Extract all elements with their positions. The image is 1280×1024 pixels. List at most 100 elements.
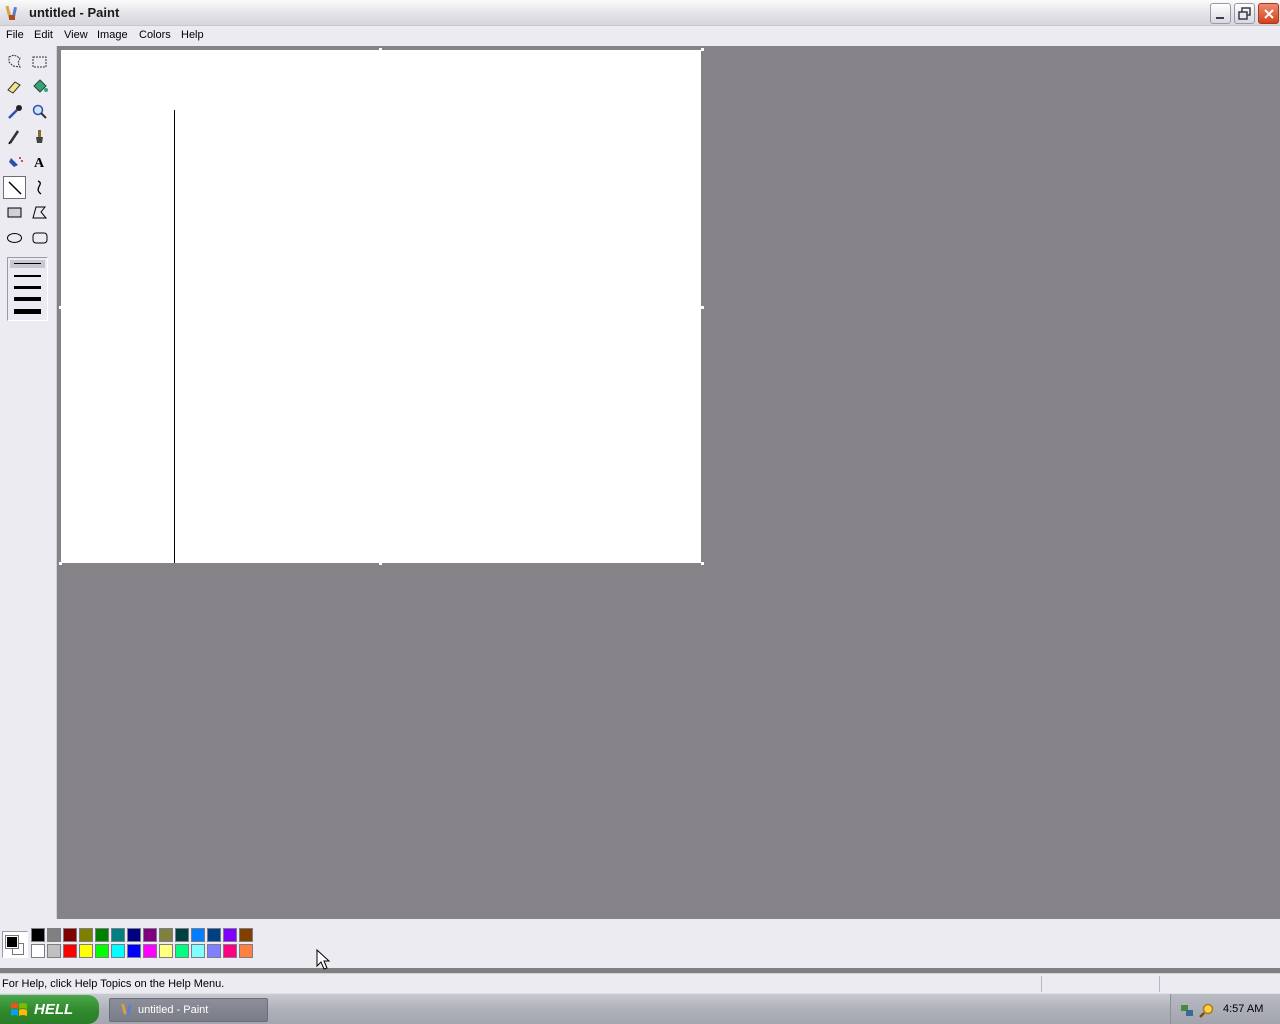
rect-select-icon bbox=[32, 56, 47, 68]
color-swatch[interactable] bbox=[111, 928, 125, 942]
minimize-button[interactable] bbox=[1210, 3, 1231, 24]
color-swatch[interactable] bbox=[127, 928, 141, 942]
title-bar[interactable]: untitled - Paint bbox=[0, 0, 1280, 26]
line-width-2[interactable] bbox=[14, 275, 41, 277]
status-pane-position bbox=[1041, 976, 1159, 992]
restore-button[interactable] bbox=[1234, 3, 1255, 24]
tool-airbrush[interactable] bbox=[3, 150, 26, 173]
free-form-select-icon bbox=[8, 54, 21, 68]
tool-curve[interactable] bbox=[28, 176, 51, 199]
line-width-4[interactable] bbox=[14, 297, 41, 301]
foreground-color bbox=[5, 935, 19, 949]
resize-handle-bottom-right[interactable] bbox=[701, 562, 704, 565]
menu-help[interactable]: Help bbox=[181, 29, 204, 41]
resize-handle-top bbox=[379, 48, 382, 51]
resize-handle-left bbox=[59, 306, 62, 309]
search-icon[interactable] bbox=[1199, 1002, 1215, 1018]
magnifier-icon bbox=[32, 104, 47, 119]
color-swatch[interactable] bbox=[239, 944, 253, 958]
resize-handle-top-right bbox=[701, 48, 704, 51]
close-button[interactable] bbox=[1258, 3, 1279, 24]
color-swatch[interactable] bbox=[63, 928, 77, 942]
system-tray: 4:57 AM bbox=[1170, 994, 1280, 1024]
paint-app-icon[interactable] bbox=[4, 5, 20, 21]
color-swatch[interactable] bbox=[47, 928, 61, 942]
taskbar: HELL untitled - Paint 4:57 AM bbox=[0, 993, 1280, 1024]
window-title: untitled - Paint bbox=[29, 5, 120, 20]
color-swatch[interactable] bbox=[159, 944, 173, 958]
color-swatch[interactable] bbox=[79, 928, 93, 942]
color-swatch[interactable] bbox=[63, 944, 77, 958]
tool-text[interactable]: A bbox=[28, 150, 51, 173]
color-swatch[interactable] bbox=[143, 944, 157, 958]
menu-edit[interactable]: Edit bbox=[34, 29, 53, 41]
close-icon bbox=[1264, 9, 1274, 19]
color-swatch[interactable] bbox=[31, 944, 45, 958]
tool-ellipse[interactable] bbox=[3, 226, 26, 249]
taskbar-item-label: untitled - Paint bbox=[138, 1004, 209, 1016]
eyedropper-icon bbox=[8, 105, 22, 119]
color-swatch[interactable] bbox=[143, 928, 157, 942]
status-bar: For Help, click Help Topics on the Help … bbox=[0, 973, 1280, 993]
tool-brush[interactable] bbox=[28, 125, 51, 148]
line-width-3[interactable] bbox=[14, 286, 41, 289]
drawn-vertical-line bbox=[174, 110, 175, 563]
ellipse-icon bbox=[7, 233, 22, 243]
color-swatch[interactable] bbox=[223, 944, 237, 958]
color-swatch[interactable] bbox=[207, 928, 221, 942]
rounded-rectangle-icon bbox=[32, 232, 48, 244]
color-swatch[interactable] bbox=[191, 928, 205, 942]
clock[interactable]: 4:57 AM bbox=[1223, 1003, 1263, 1015]
mouse-cursor-icon bbox=[316, 949, 331, 970]
resize-handle-bottom-left bbox=[59, 562, 62, 565]
color-swatch[interactable] bbox=[127, 944, 141, 958]
line-icon bbox=[8, 181, 22, 195]
color-swatch[interactable] bbox=[31, 928, 45, 942]
start-label: HELL bbox=[34, 1001, 74, 1018]
color-swatch[interactable] bbox=[111, 944, 125, 958]
color-swatch[interactable] bbox=[79, 944, 93, 958]
canvas-workspace[interactable] bbox=[57, 46, 1280, 919]
tool-rectangle[interactable] bbox=[3, 201, 26, 224]
line-width-selection-highlight bbox=[10, 260, 45, 268]
status-help-text: For Help, click Help Topics on the Help … bbox=[2, 978, 225, 990]
color-swatch[interactable] bbox=[47, 944, 61, 958]
line-width-5[interactable] bbox=[14, 309, 41, 314]
color-box bbox=[0, 919, 1280, 968]
resize-handle-right[interactable] bbox=[701, 306, 704, 309]
tool-rounded-rectangle[interactable] bbox=[28, 226, 51, 249]
resize-handle-bottom[interactable] bbox=[379, 562, 382, 565]
tool-eraser[interactable] bbox=[3, 75, 26, 98]
color-swatch[interactable] bbox=[95, 928, 109, 942]
tool-pencil[interactable] bbox=[3, 125, 26, 148]
menu-view[interactable]: View bbox=[64, 29, 88, 41]
menu-image[interactable]: Image bbox=[97, 29, 128, 41]
tool-line[interactable] bbox=[3, 176, 26, 199]
tool-polygon[interactable] bbox=[28, 201, 51, 224]
minimize-icon bbox=[1216, 17, 1224, 19]
color-swatch[interactable] bbox=[95, 944, 109, 958]
start-button[interactable]: HELL bbox=[0, 995, 99, 1024]
color-swatch[interactable] bbox=[175, 928, 189, 942]
menu-file[interactable]: File bbox=[6, 29, 24, 41]
tool-fill[interactable] bbox=[28, 75, 51, 98]
network-icon[interactable] bbox=[1179, 1002, 1195, 1018]
line-width-1[interactable] bbox=[14, 263, 41, 264]
color-swatch[interactable] bbox=[223, 928, 237, 942]
color-swatch[interactable] bbox=[175, 944, 189, 958]
pencil-icon bbox=[8, 130, 20, 145]
menu-colors[interactable]: Colors bbox=[139, 29, 171, 41]
color-swatch[interactable] bbox=[191, 944, 205, 958]
color-swatch[interactable] bbox=[159, 928, 173, 942]
tool-free-form-select[interactable] bbox=[3, 50, 26, 73]
color-swatch[interactable] bbox=[239, 928, 253, 942]
tool-pick-color[interactable] bbox=[3, 100, 26, 123]
tool-magnifier[interactable] bbox=[28, 100, 51, 123]
restore-icon bbox=[1238, 7, 1251, 20]
eraser-icon bbox=[7, 81, 21, 94]
tool-select[interactable] bbox=[28, 50, 51, 73]
drawing-canvas[interactable] bbox=[61, 50, 701, 563]
airbrush-icon bbox=[9, 157, 23, 167]
taskbar-item-paint[interactable]: untitled - Paint bbox=[109, 998, 268, 1022]
color-swatch[interactable] bbox=[207, 944, 221, 958]
